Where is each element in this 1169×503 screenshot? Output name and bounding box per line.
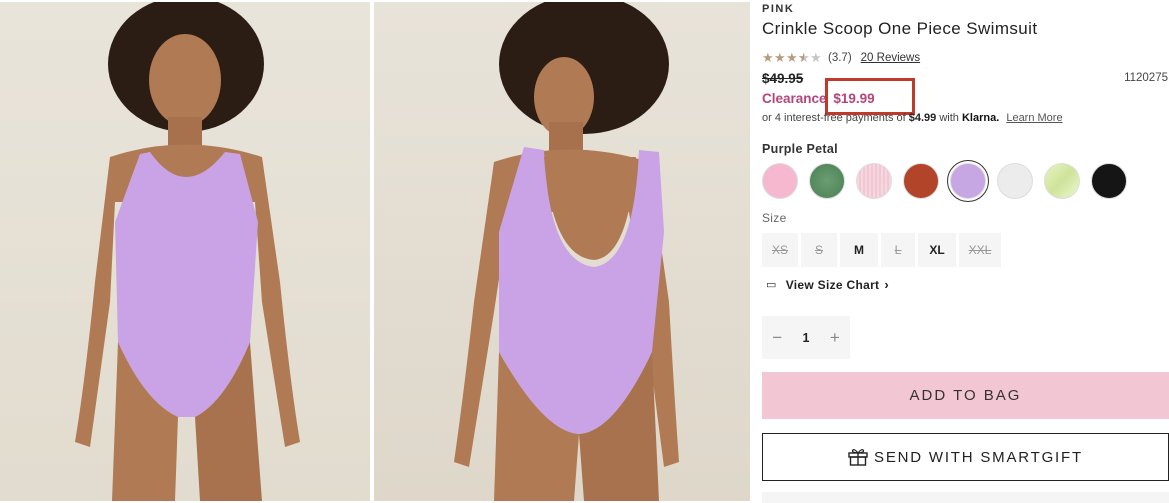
- rating-row: ★ ★ ★ ★ ★ (3.7) 20 Reviews: [762, 51, 920, 64]
- star-icon: ★: [762, 50, 774, 65]
- selected-color-label: Purple Petal: [762, 142, 838, 156]
- color-swatch-white[interactable]: [997, 163, 1033, 199]
- quantity-increase-button[interactable]: +: [830, 328, 840, 348]
- half-star-icon: ★: [798, 51, 810, 64]
- color-swatch-pink[interactable]: [762, 163, 798, 199]
- original-price: $49.95: [762, 71, 804, 86]
- color-swatch-rust[interactable]: [903, 163, 939, 199]
- quantity-stepper: − 1 +: [762, 316, 850, 359]
- model-front-illustration: [75, 2, 300, 501]
- color-swatch-black[interactable]: [1091, 163, 1127, 199]
- rating-stars: ★ ★ ★ ★ ★: [762, 51, 822, 64]
- next-section-edge: [762, 492, 1169, 503]
- star-icon: ★: [774, 50, 786, 65]
- size-option-xxl[interactable]: XXL: [959, 233, 1001, 267]
- ruler-icon: ▭: [766, 279, 777, 291]
- quantity-value[interactable]: 1: [803, 331, 810, 345]
- size-option-xl[interactable]: XL: [918, 233, 956, 267]
- clearance-label: Clearance: [762, 91, 827, 106]
- size-chart-label: View Size Chart: [785, 277, 880, 292]
- color-swatch-lime[interactable]: [1044, 163, 1080, 199]
- star-icon: ★: [786, 50, 798, 65]
- klarna-learn-more-link[interactable]: Learn More: [1006, 112, 1062, 124]
- view-size-chart-link[interactable]: ▭ View Size Chart ›: [766, 277, 889, 292]
- klarna-prefix: or 4 interest-free payments of: [762, 112, 906, 124]
- brand-label[interactable]: PINK: [762, 3, 794, 15]
- add-to-bag-button[interactable]: ADD TO BAG: [762, 372, 1169, 419]
- size-option-xs[interactable]: XS: [762, 233, 798, 267]
- klarna-payment-info: or 4 interest-free payments of $4.99 wit…: [762, 112, 1063, 124]
- smartgift-label: SEND WITH SMARTGIFT: [874, 448, 1083, 466]
- product-sku: 1120275: [1124, 72, 1168, 84]
- rating-value: (3.7): [828, 51, 852, 64]
- product-title: Crinkle Scoop One Piece Swimsuit: [762, 19, 1038, 38]
- product-image-front[interactable]: [0, 2, 370, 501]
- klarna-amount: $4.99: [908, 112, 937, 124]
- chevron-right-icon: ›: [884, 277, 889, 292]
- price-highlight-annotation: [825, 78, 915, 115]
- reviews-link[interactable]: 20 Reviews: [861, 52, 920, 64]
- gift-icon: [848, 448, 868, 466]
- color-swatch-light-pink[interactable]: [856, 163, 892, 199]
- product-info-panel: PINK Crinkle Scoop One Piece Swimsuit ★ …: [762, 0, 1169, 503]
- send-with-smartgift-button[interactable]: SEND WITH SMARTGIFT: [762, 433, 1169, 481]
- color-swatch-purple-petal[interactable]: [947, 160, 989, 202]
- size-option-m[interactable]: M: [840, 233, 878, 267]
- size-label: Size: [762, 211, 787, 225]
- size-option-s[interactable]: S: [801, 233, 837, 267]
- color-swatch-green[interactable]: [809, 163, 845, 199]
- size-options: XS S M L XL XXL: [762, 233, 1004, 267]
- klarna-logo: Klarna.: [961, 112, 1000, 124]
- quantity-decrease-button[interactable]: −: [772, 328, 782, 348]
- color-swatches: [762, 160, 1138, 202]
- model-back-illustration: [454, 2, 679, 501]
- klarna-with: with: [939, 112, 959, 124]
- product-image-back[interactable]: [374, 2, 750, 501]
- empty-star-icon: ★: [810, 50, 822, 65]
- size-option-l[interactable]: L: [881, 233, 915, 267]
